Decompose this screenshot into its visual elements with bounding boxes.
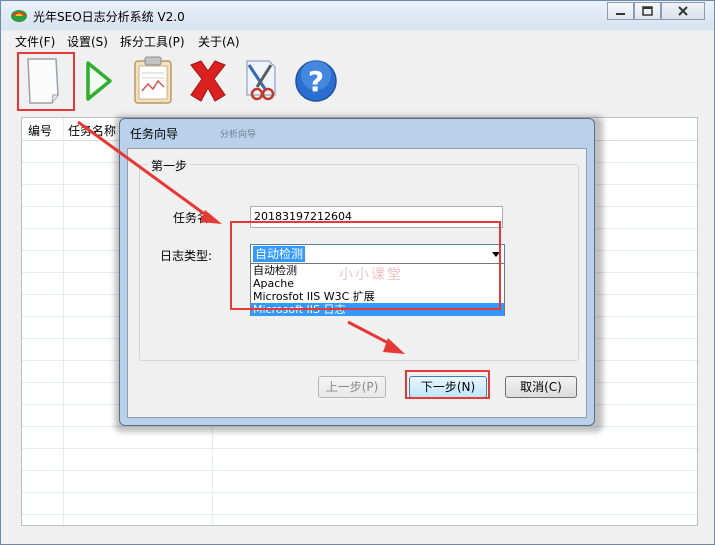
dialog-title: 任务向导 — [130, 127, 179, 141]
grid-line — [22, 470, 697, 471]
dialog-title-faint: 分析向导 — [220, 130, 257, 140]
question-icon: ? — [295, 60, 337, 102]
svg-text:?: ? — [308, 65, 324, 98]
run-button[interactable] — [74, 51, 128, 111]
step-one-label: 第一步 — [148, 157, 191, 174]
menu-settings[interactable]: 设置(S) — [67, 33, 108, 50]
prev-step-button[interactable]: 上一步(P) — [318, 376, 386, 398]
new-task-highlight — [17, 52, 75, 111]
toolbar: ? — [1, 51, 714, 113]
grid-line — [22, 492, 697, 493]
delete-button[interactable] — [181, 51, 235, 111]
menu-split-tools[interactable]: 拆分工具(P) — [120, 33, 185, 50]
green-play-icon — [86, 61, 112, 101]
red-x-icon — [190, 60, 226, 102]
close-button[interactable] — [661, 2, 705, 20]
window-title: 光年SEO日志分析系统 V2.0 — [33, 10, 185, 24]
minimize-button[interactable] — [607, 2, 634, 20]
help-button[interactable]: ? — [289, 51, 343, 111]
maximize-button[interactable] — [634, 2, 661, 20]
grid-line — [22, 514, 697, 515]
grid-line — [63, 118, 64, 525]
clipboard-chart-icon — [134, 56, 172, 104]
app-logo-icon — [11, 10, 27, 22]
next-button-highlight — [405, 370, 490, 399]
log-type-highlight — [230, 221, 501, 310]
task-name-label: 任务名: — [173, 211, 214, 225]
minimize-icon — [616, 13, 625, 15]
menu-about[interactable]: 关于(A) — [198, 33, 240, 50]
title-bar[interactable]: 光年SEO日志分析系统 V2.0 — [1, 1, 714, 30]
grid-line — [22, 448, 697, 449]
split-tool-button[interactable] — [235, 51, 289, 111]
main-window: 光年SEO日志分析系统 V2.0 文件(F) 设置(S) 拆分工具(P) 关于(… — [0, 0, 715, 545]
close-icon — [678, 6, 688, 16]
report-button[interactable] — [127, 51, 181, 111]
cancel-button[interactable]: 取消(C) — [505, 376, 577, 398]
column-header-id[interactable]: 编号 — [28, 122, 52, 139]
column-header-task-name[interactable]: 任务名称 — [68, 122, 116, 139]
menu-file[interactable]: 文件(F) — [15, 33, 55, 50]
menu-bar: 文件(F) 设置(S) 拆分工具(P) 关于(A) — [1, 30, 714, 50]
log-type-label: 日志类型: — [160, 249, 213, 263]
scissors-icon — [246, 60, 276, 101]
maximize-icon — [642, 6, 653, 16]
